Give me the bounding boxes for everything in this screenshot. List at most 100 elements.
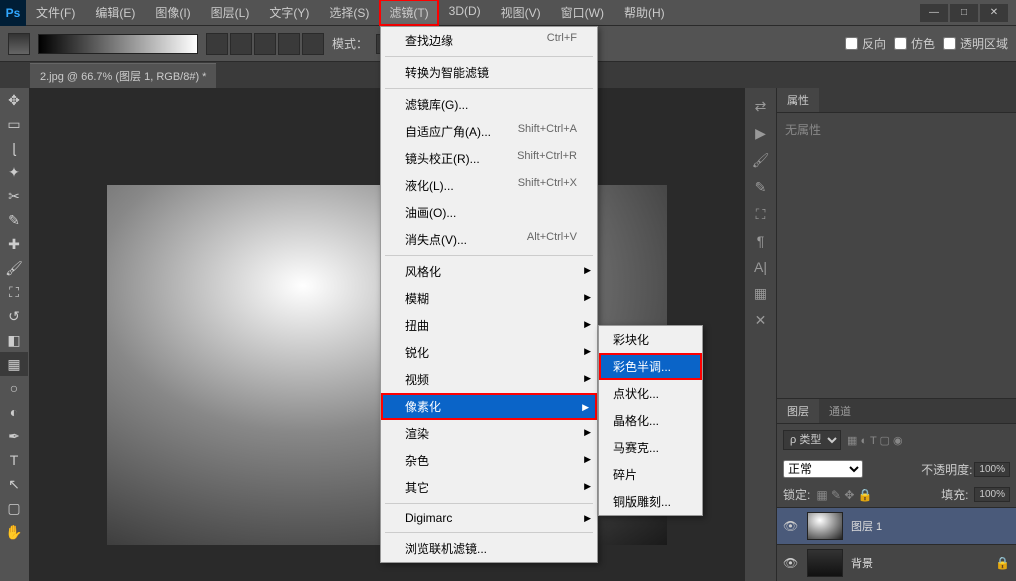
filter-vanish[interactable]: 消失点(V)...Alt+Ctrl+V	[381, 226, 597, 253]
properties-tab[interactable]: 属性	[777, 88, 819, 112]
character-icon[interactable]: A|	[754, 259, 767, 275]
filter-noise[interactable]: 杂色	[381, 447, 597, 474]
angle-gradient-button[interactable]	[254, 33, 276, 55]
filter-oil[interactable]: 油画(O)...	[381, 199, 597, 226]
channels-tab[interactable]: 通道	[819, 399, 861, 423]
brush-tool[interactable]: 🖌	[0, 256, 28, 280]
pixelate-crystallize[interactable]: 晶格化...	[599, 407, 702, 434]
reverse-checkbox[interactable]: 反向	[845, 35, 886, 52]
layer-name[interactable]: 图层 1	[851, 518, 882, 534]
filter-last[interactable]: 查找边缘Ctrl+F	[381, 27, 597, 54]
history-brush-tool[interactable]: ↺	[0, 304, 28, 328]
gradient-tool[interactable]: ▦	[0, 352, 28, 376]
menu-type[interactable]: 文字(Y)	[259, 0, 319, 26]
opacity-value[interactable]: 100%	[974, 462, 1010, 477]
menu-window[interactable]: 窗口(W)	[551, 0, 614, 26]
type-tool[interactable]: T	[0, 448, 28, 472]
pixelate-color-halftone[interactable]: 彩色半调...	[599, 353, 702, 380]
filter-adaptive[interactable]: 自适应广角(A)...Shift+Ctrl+A	[381, 118, 597, 145]
move-tool[interactable]: ✥	[0, 88, 28, 112]
filter-gallery[interactable]: 滤镜库(G)...	[381, 91, 597, 118]
eyedropper-tool[interactable]: ✎	[0, 208, 28, 232]
menu-image[interactable]: 图像(I)	[145, 0, 200, 26]
layer-kind-filter[interactable]: ρ 类型	[783, 430, 841, 450]
document-tab[interactable]: 2.jpg @ 66.7% (图层 1, RGB/8#) *	[30, 63, 216, 88]
diamond-gradient-button[interactable]	[302, 33, 324, 55]
paragraph-icon[interactable]: ¶	[757, 233, 765, 249]
history-icon[interactable]: ⇄	[755, 98, 767, 115]
tool-preset-picker[interactable]	[8, 33, 30, 55]
layer-blend-mode[interactable]: 正常	[783, 460, 863, 478]
path-tool[interactable]: ↖	[0, 472, 28, 496]
lock-icon: 🔒	[995, 556, 1010, 570]
actions-icon[interactable]: ▶	[755, 125, 766, 142]
eraser-tool[interactable]: ◧	[0, 328, 28, 352]
menu-help[interactable]: 帮助(H)	[614, 0, 675, 26]
separator	[385, 56, 593, 57]
layer-thumbnail[interactable]	[807, 549, 843, 577]
filter-convert-smart[interactable]: 转换为智能滤镜	[381, 59, 597, 86]
close-button[interactable]: ✕	[980, 4, 1008, 22]
shape-tool[interactable]: ▢	[0, 496, 28, 520]
menu-3d[interactable]: 3D(D)	[439, 0, 491, 26]
hand-tool[interactable]: ✋	[0, 520, 28, 544]
lasso-tool[interactable]: ɭ	[0, 136, 28, 160]
pixelate-pointillize[interactable]: 点状化...	[599, 380, 702, 407]
pixelate-mosaic[interactable]: 马赛克...	[599, 434, 702, 461]
layer-row-1[interactable]: 👁 图层 1	[777, 507, 1016, 544]
filter-sharpen[interactable]: 锐化	[381, 339, 597, 366]
filter-digimarc[interactable]: Digimarc	[381, 506, 597, 530]
filter-liquify[interactable]: 液化(L)...Shift+Ctrl+X	[381, 172, 597, 199]
magic-wand-tool[interactable]: ✦	[0, 160, 28, 184]
visibility-icon[interactable]: 👁	[783, 556, 799, 570]
pixelate-facet[interactable]: 彩块化	[599, 326, 702, 353]
pen-tool[interactable]: ✒	[0, 424, 28, 448]
filter-pixelate[interactable]: 像素化	[381, 393, 597, 420]
layer-name[interactable]: 背景	[851, 555, 873, 571]
filter-render[interactable]: 渲染	[381, 420, 597, 447]
menu-select[interactable]: 选择(S)	[319, 0, 379, 26]
filter-browse-online[interactable]: 浏览联机滤镜...	[381, 535, 597, 562]
right-panels: 属性 无属性 图层 通道 ρ 类型 ▦ ◐ T ▢ ◉ 正常 不透明度: 100…	[776, 88, 1016, 581]
crop-tool[interactable]: ✂	[0, 184, 28, 208]
menu-layer[interactable]: 图层(L)	[201, 0, 260, 26]
brush-icon[interactable]: ✎	[755, 179, 767, 196]
marquee-tool[interactable]: ▭	[0, 112, 28, 136]
healing-tool[interactable]: ✚	[0, 232, 28, 256]
pixelate-fragment[interactable]: 碎片	[599, 461, 702, 488]
menu-view[interactable]: 视图(V)	[491, 0, 551, 26]
visibility-icon[interactable]: 👁	[783, 519, 799, 533]
filter-video[interactable]: 视频	[381, 366, 597, 393]
layers-tab[interactable]: 图层	[777, 399, 819, 423]
minimize-button[interactable]: —	[920, 4, 948, 22]
maximize-button[interactable]: □	[950, 4, 978, 22]
filter-blur[interactable]: 模糊	[381, 285, 597, 312]
blur-tool[interactable]: ○	[0, 376, 28, 400]
filter-stylize[interactable]: 风格化	[381, 258, 597, 285]
transparency-checkbox[interactable]: 透明区域	[943, 35, 1008, 52]
linear-gradient-button[interactable]	[206, 33, 228, 55]
gradient-picker[interactable]	[38, 34, 198, 54]
swatches-icon[interactable]: ✕	[755, 312, 767, 329]
layer-filter-icons[interactable]: ▦ ◐ T ▢ ◉	[847, 434, 903, 447]
clone-icon[interactable]: ⛶	[756, 206, 766, 223]
menu-file[interactable]: 文件(F)	[26, 0, 85, 26]
menu-edit[interactable]: 编辑(E)	[85, 0, 145, 26]
radial-gradient-button[interactable]	[230, 33, 252, 55]
lock-icons[interactable]: ▦ ✎ ✥ 🔒	[816, 488, 872, 502]
dodge-tool[interactable]: ◐	[0, 400, 28, 424]
dither-checkbox[interactable]: 仿色	[894, 35, 935, 52]
filter-distort[interactable]: 扭曲	[381, 312, 597, 339]
layer-thumbnail[interactable]	[807, 512, 843, 540]
filter-lens[interactable]: 镜头校正(R)...Shift+Ctrl+R	[381, 145, 597, 172]
gradient-type-buttons	[206, 33, 324, 55]
styles-icon[interactable]: ▦	[754, 285, 767, 302]
fill-value[interactable]: 100%	[974, 487, 1010, 502]
stamp-tool[interactable]: ⛶	[0, 280, 28, 304]
pixelate-mezzotint[interactable]: 铜版雕刻...	[599, 488, 702, 515]
layer-row-background[interactable]: 👁 背景 🔒	[777, 544, 1016, 581]
filter-other[interactable]: 其它	[381, 474, 597, 501]
menu-filter[interactable]: 滤镜(T)	[379, 0, 438, 26]
brush-presets-icon[interactable]: 🖌	[752, 152, 770, 169]
reflected-gradient-button[interactable]	[278, 33, 300, 55]
